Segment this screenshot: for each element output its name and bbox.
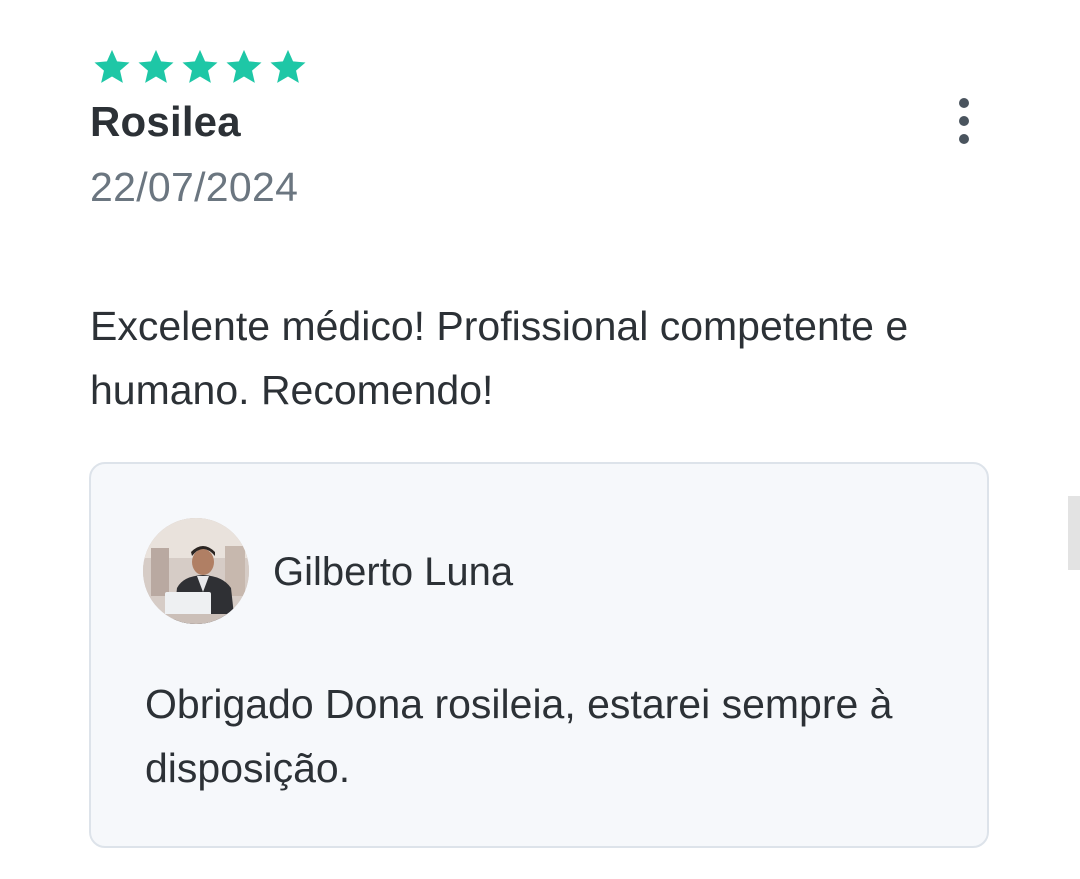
- more-dot: [959, 116, 969, 126]
- star-icon: [270, 49, 306, 83]
- star-icon: [226, 49, 262, 83]
- more-dot: [959, 98, 969, 108]
- star-icon: [94, 49, 130, 83]
- review-text: Excelente médico! Profissional competent…: [90, 303, 909, 413]
- star-icon: [182, 49, 218, 83]
- avatar: [143, 518, 249, 624]
- doctor-reply: Gilberto Luna Obrigado Dona rosileia, es…: [89, 462, 989, 848]
- more-dot: [959, 134, 969, 144]
- scroll-indicator: [1068, 496, 1080, 570]
- more-vertical-icon[interactable]: [944, 98, 984, 144]
- review-date: 22/07/2024: [90, 164, 299, 210]
- reply-text: Obrigado Dona rosileia, estarei sempre à…: [145, 681, 893, 791]
- responder-name: Gilberto Luna: [273, 550, 514, 594]
- star-rating: [90, 46, 310, 88]
- review-card: Rosilea 22/07/2024 Excelente médico! Pro…: [0, 0, 1080, 879]
- star-icon: [138, 49, 174, 83]
- reviewer-name: Rosilea: [90, 98, 241, 145]
- profile-photo-icon: [143, 518, 249, 624]
